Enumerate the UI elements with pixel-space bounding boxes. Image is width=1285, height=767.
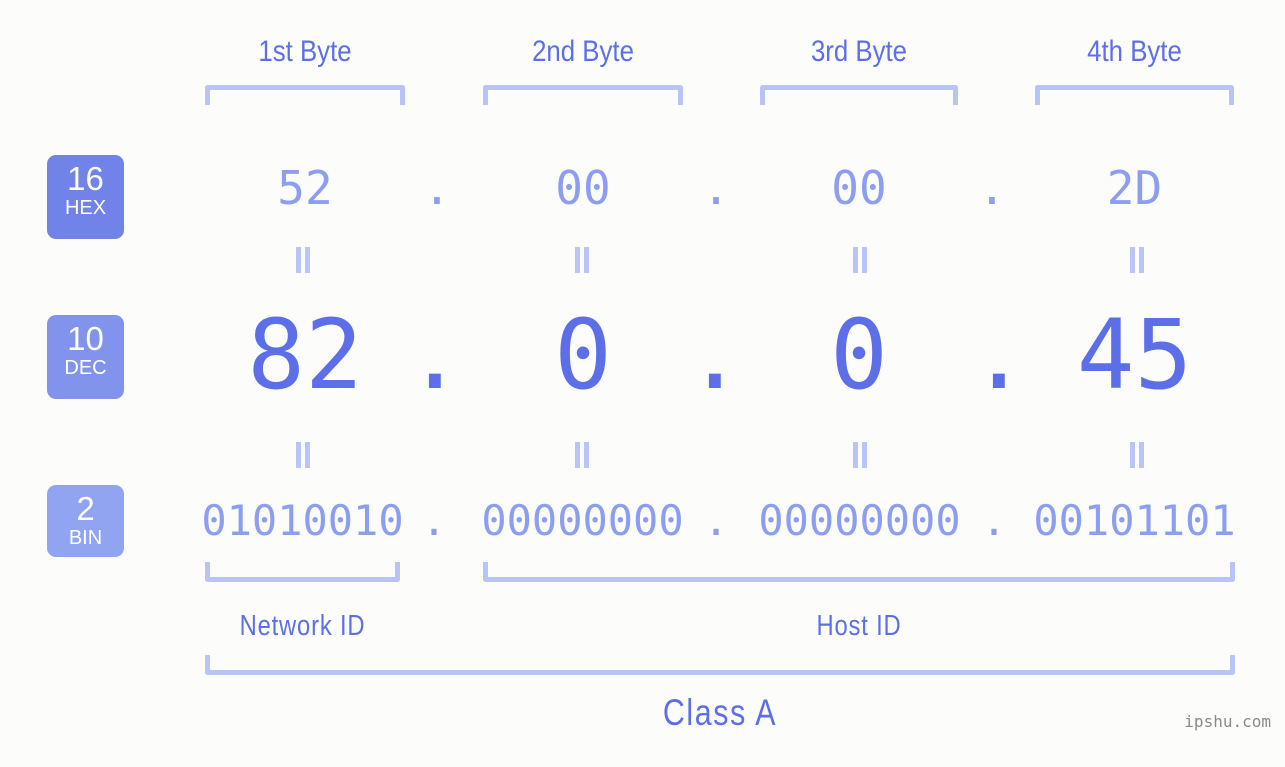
network-id-bracket <box>205 562 400 582</box>
hex-separator-2: . <box>702 161 730 215</box>
hex-value-row: 52 . 00 . 00 . 2D <box>0 153 1285 223</box>
bin-value-row: 01010010 . 00000000 . 00000000 . 0010110… <box>0 490 1285 552</box>
hex-octet-4: 2D <box>1106 161 1163 215</box>
bin-octet-3: 00000000 <box>758 496 961 545</box>
hex-octet-2: 00 <box>555 161 611 215</box>
bin-separator-3: . <box>981 496 1007 545</box>
equals-marker-dec-bin-3 <box>849 442 871 468</box>
dec-value-row: 82 . 0 . 0 . 45 <box>0 300 1285 410</box>
bin-separator-1: . <box>421 496 447 545</box>
dec-separator-2: . <box>686 299 744 411</box>
equals-marker-hex-dec-2 <box>571 247 593 273</box>
equals-marker-dec-bin-2 <box>571 442 593 468</box>
hex-octet-3: 00 <box>831 161 887 215</box>
byte-header-1: 1st Byte <box>258 35 352 68</box>
dec-octet-4: 45 <box>1076 299 1193 411</box>
hex-octet-1: 52 <box>277 161 333 215</box>
byte-header-4: 4th Byte <box>1087 35 1182 68</box>
host-id-bracket <box>483 562 1235 582</box>
bin-octet-1: 01010010 <box>201 496 404 545</box>
equals-marker-hex-dec-1 <box>292 247 314 273</box>
byte-bracket-1 <box>205 85 405 105</box>
byte-header-3: 3rd Byte <box>810 35 908 68</box>
bin-octet-2: 00000000 <box>481 496 684 545</box>
dec-separator-1: . <box>406 299 464 411</box>
class-label: Class A <box>662 692 778 733</box>
host-id-label: Host ID <box>816 610 902 642</box>
byte-bracket-3 <box>760 85 958 105</box>
equals-marker-hex-dec-3 <box>849 247 871 273</box>
dec-octet-2: 0 <box>554 299 612 411</box>
byte-bracket-2 <box>483 85 683 105</box>
bin-octet-4: 00101101 <box>1033 496 1236 545</box>
byte-bracket-4 <box>1035 85 1234 105</box>
dec-separator-3: . <box>970 299 1028 411</box>
dec-octet-3: 0 <box>830 299 888 411</box>
dec-octet-1: 82 <box>247 299 363 411</box>
byte-header-2: 2nd Byte <box>532 35 634 68</box>
class-bracket <box>205 655 1235 675</box>
watermark: ipshu.com <box>1184 712 1271 731</box>
equals-marker-hex-dec-4 <box>1126 247 1148 273</box>
hex-separator-3: . <box>978 161 1006 215</box>
network-id-label: Network ID <box>239 610 366 642</box>
bin-separator-2: . <box>703 496 729 545</box>
hex-separator-1: . <box>423 161 451 215</box>
ip-address-breakdown-diagram: 1st Byte 2nd Byte 3rd Byte 4th Byte 16 H… <box>0 0 1285 767</box>
equals-marker-dec-bin-1 <box>292 442 314 468</box>
equals-marker-dec-bin-4 <box>1126 442 1148 468</box>
